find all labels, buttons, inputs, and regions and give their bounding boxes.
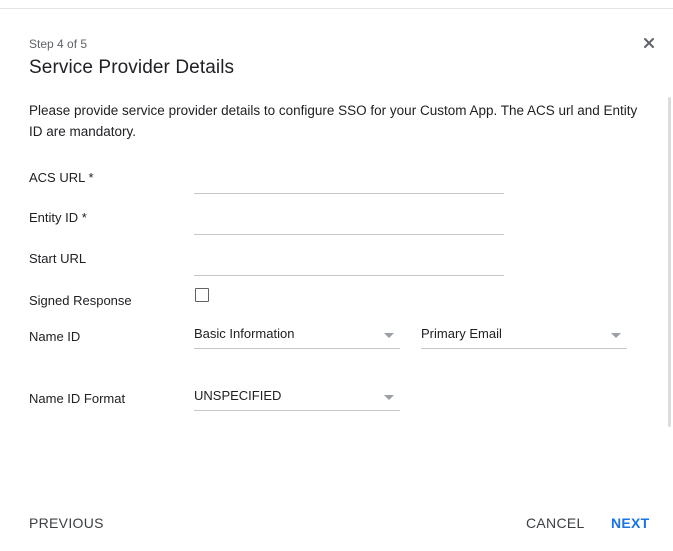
signed-response-label: Signed Response: [29, 293, 132, 308]
next-button[interactable]: NEXT: [611, 515, 650, 531]
acs-url-label: ACS URL *: [29, 170, 94, 185]
page: Step 4 of 5 Service Provider Details Ple…: [0, 0, 673, 551]
triangle-down-icon: [384, 333, 394, 338]
start-url-input[interactable]: [194, 253, 504, 276]
start-url-label: Start URL: [29, 251, 87, 266]
name-id-attribute-value: Primary Email: [421, 326, 502, 341]
close-icon[interactable]: [641, 35, 657, 51]
cancel-button[interactable]: CANCEL: [526, 515, 585, 531]
background-page-edge: [0, 0, 673, 9]
triangle-down-icon: [611, 333, 621, 338]
name-id-format-select[interactable]: UNSPECIFIED: [194, 382, 400, 411]
entity-id-label: Entity ID *: [29, 210, 87, 225]
name-id-label: Name ID: [29, 329, 81, 344]
name-id-category-select[interactable]: Basic Information: [194, 320, 400, 349]
dialog-title: Service Provider Details: [29, 57, 235, 78]
step-indicator: Step 4 of 5: [29, 37, 88, 51]
dialog-description: Please provide service provider details …: [29, 103, 638, 139]
previous-button[interactable]: PREVIOUS: [29, 515, 104, 531]
acs-url-input[interactable]: [194, 171, 504, 194]
name-id-format-label: Name ID Format: [29, 391, 126, 406]
name-id-category-value: Basic Information: [194, 326, 295, 341]
dialog-scrollbar[interactable]: [668, 97, 671, 427]
name-id-format-value: UNSPECIFIED: [194, 388, 282, 403]
triangle-down-icon: [384, 395, 394, 400]
signed-response-checkbox[interactable]: [195, 288, 209, 302]
entity-id-input[interactable]: [194, 212, 504, 235]
sso-config-dialog: Step 4 of 5 Service Provider Details Ple…: [0, 9, 673, 551]
name-id-attribute-select[interactable]: Primary Email: [421, 320, 627, 349]
